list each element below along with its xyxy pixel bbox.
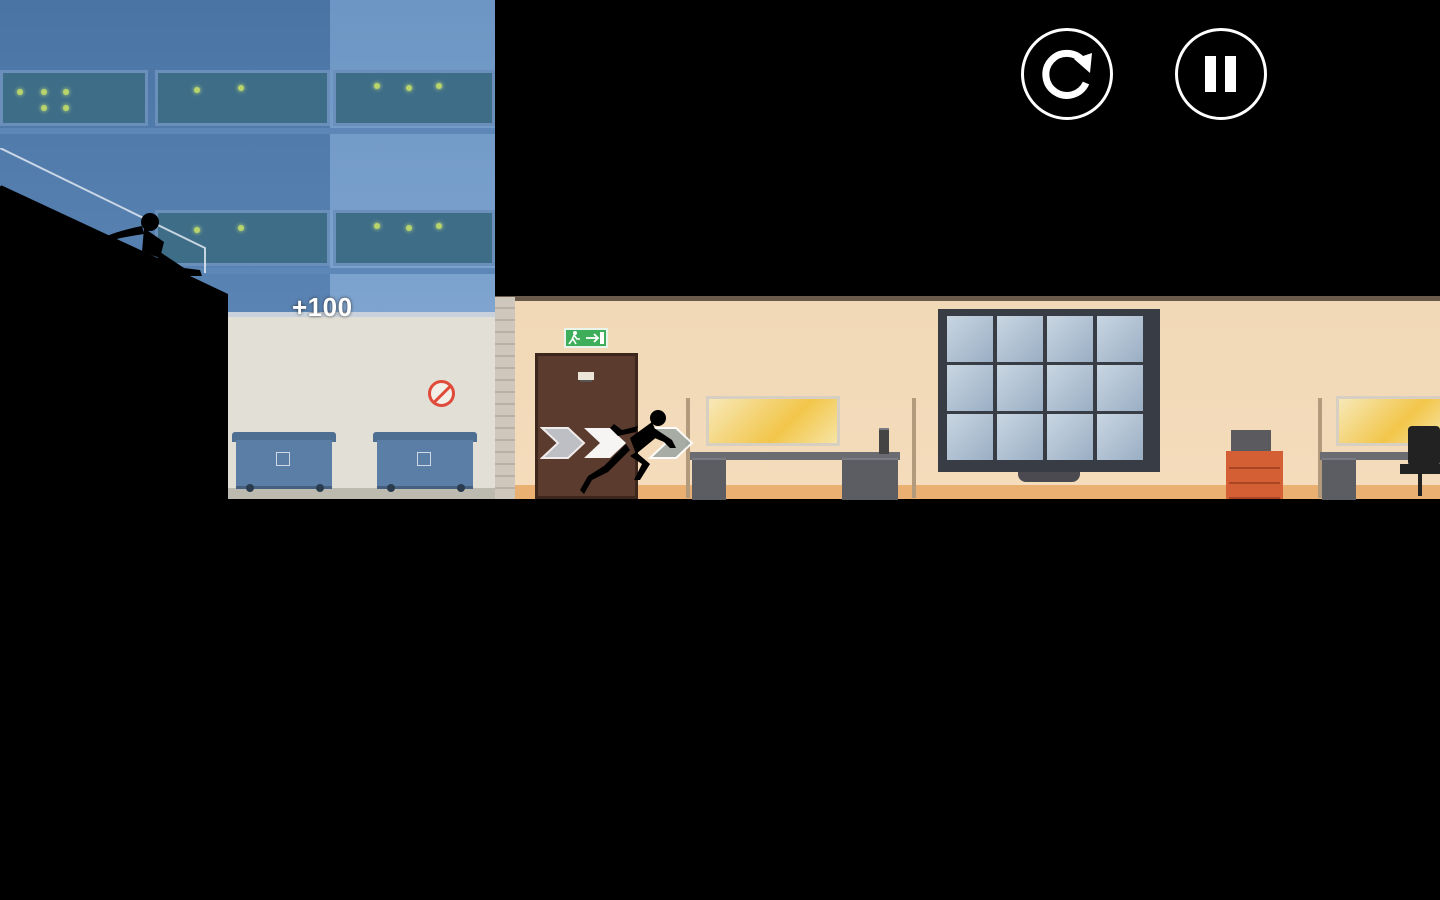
building-floor-band	[0, 128, 495, 134]
pause-button[interactable]	[1175, 28, 1267, 120]
building-window	[333, 70, 495, 126]
building-window	[333, 210, 495, 266]
runner-silhouette	[580, 410, 676, 494]
office-pillar	[495, 297, 515, 499]
restart-icon	[1042, 49, 1092, 99]
restart-button[interactable]	[1021, 28, 1113, 120]
rooftop-ledge-silhouette	[0, 186, 228, 900]
office-ceiling	[495, 296, 1440, 301]
dumpster	[232, 432, 336, 492]
chaser-silhouette	[98, 213, 202, 288]
desk-cabinet	[1322, 458, 1356, 500]
recycle-icon	[417, 452, 431, 466]
desk-speaker	[879, 428, 889, 454]
desk-cabinet	[692, 458, 726, 500]
office-chair	[1400, 426, 1440, 498]
dumpster	[373, 432, 477, 492]
window-sill-vent	[1018, 472, 1080, 482]
exit-running-man-icon	[564, 328, 608, 348]
recycle-icon	[276, 452, 290, 466]
score-popup: +100	[292, 292, 353, 322]
door-plate	[578, 372, 594, 382]
game-scene: +100	[0, 0, 1440, 900]
pause-icon	[1205, 56, 1236, 92]
alley-ledge	[227, 312, 495, 317]
cubicle-partition	[912, 398, 916, 498]
filing-cabinet	[1226, 451, 1283, 499]
monitor-screen	[706, 396, 840, 446]
printer	[1231, 430, 1271, 452]
building-window	[155, 70, 330, 126]
office-window	[938, 309, 1160, 482]
desk-drawers	[842, 458, 898, 500]
building-window	[0, 70, 148, 126]
no-smoking-icon	[428, 380, 455, 407]
